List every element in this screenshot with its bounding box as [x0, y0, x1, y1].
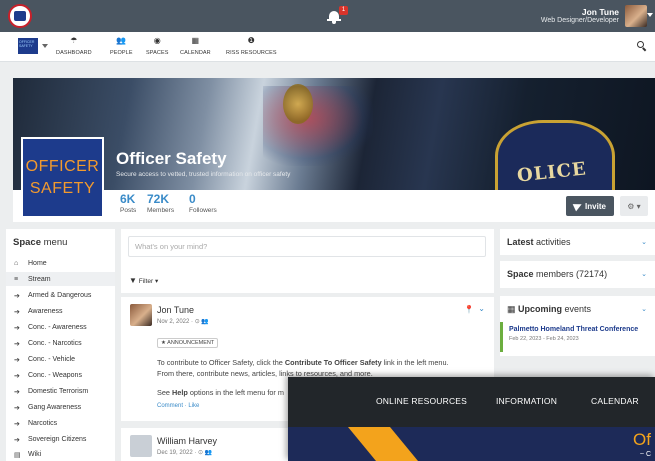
post-actions[interactable]: Comment · Like [157, 403, 199, 409]
space-members-panel[interactable]: Space members (72174) ⌄ [500, 261, 655, 288]
stream-icon: ≡ [14, 276, 19, 283]
event-dates: Feb 22, 2023 - Feb 24, 2023 [509, 336, 579, 342]
latest-activities-panel[interactable]: Latest activities ⌄ [500, 229, 655, 255]
riss-logo[interactable] [8, 4, 32, 28]
space-logo: OFFICER SAFETY [21, 137, 104, 218]
circle-arrow-icon: ➔ [14, 388, 20, 396]
avatar[interactable] [130, 435, 152, 457]
sidebar-item-sovereign-citizens[interactable]: ➔ Sovereign Citizens [14, 433, 114, 446]
space-menu-title: Space menu [13, 237, 68, 248]
spaces-icon: ◉ [153, 36, 161, 45]
post-meta: Nov 2, 2022 · ⊙ 👥 [157, 319, 209, 325]
circle-arrow-icon: ➔ [14, 356, 20, 364]
circle-arrow-icon: ➔ [14, 308, 20, 316]
calendar-icon: ▦ [507, 304, 519, 314]
post-body: To contribute to Officer Safety, click t… [157, 358, 449, 378]
upcoming-events-title: ▦ Upcoming events [507, 304, 592, 314]
overlay-nav-bar: ONLINE RESOURCES INFORMATION CALENDAR [288, 377, 655, 427]
post-meta: Dec 19, 2022 · ⊙ 👥 [157, 450, 213, 456]
overlay-nav-information[interactable]: INFORMATION [496, 396, 557, 406]
circle-arrow-icon: ➔ [14, 372, 20, 380]
sidebar-item-wiki[interactable]: ▤ Wiki [14, 448, 114, 461]
info-icon: ❶ [247, 36, 255, 45]
stat-posts[interactable]: 6K Posts [120, 192, 136, 215]
space-members-title: Space members (72174) [507, 269, 608, 279]
space-banner: OLICE [13, 78, 655, 190]
pin-icon[interactable]: 📍 [464, 305, 474, 314]
nav-calendar[interactable]: ▦ CALENDAR [180, 36, 211, 56]
overlay-banner [288, 427, 655, 461]
sidebar-item-conc-weapons[interactable]: ➔ Conc. - Weapons [14, 369, 114, 382]
space-subtitle: Secure access to vetted, trusted informa… [116, 171, 291, 178]
search-icon[interactable] [637, 41, 647, 52]
stat-members[interactable]: 72K Members [147, 192, 174, 215]
post-author[interactable]: Jon Tune [157, 305, 194, 315]
circle-arrow-icon: ➔ [14, 340, 20, 348]
chevron-down-icon[interactable]: ⌄ [478, 304, 485, 313]
upcoming-events-panel: ▦ Upcoming events ⌄ Palmetto Homeland Th… [500, 296, 655, 356]
user-avatar[interactable] [625, 5, 647, 27]
sidebar-item-domestic-terrorism[interactable]: ➔ Domestic Terrorism [14, 385, 114, 398]
overlay-nav-calendar[interactable]: CALENDAR [591, 396, 639, 406]
main-nav: OFFICER SAFETY ☂ DASHBOARD 👥 PEOPLE ◉ SP… [0, 32, 655, 62]
sidebar-item-conc-narcotics[interactable]: ➔ Conc. - Narcotics [14, 337, 114, 350]
circle-arrow-icon: ➔ [14, 420, 20, 428]
overlay-nav-online-resources[interactable]: ONLINE RESOURCES [376, 396, 467, 406]
home-icon: ⌂ [14, 260, 19, 267]
dashboard-icon: ☂ [70, 36, 78, 45]
user-name[interactable]: Jon Tune [582, 7, 619, 17]
sidebar-item-narcotics[interactable]: ➔ Narcotics [14, 417, 114, 430]
circle-arrow-icon: ➔ [14, 404, 20, 412]
invite-button[interactable]: Invite [566, 196, 614, 216]
overlay-banner-text: Of [633, 430, 651, 449]
post-author[interactable]: William Harvey [157, 436, 217, 446]
notification-badge: 1 [339, 6, 348, 15]
sidebar-item-stream[interactable]: ≡ Stream [14, 273, 114, 286]
space-switcher-logo[interactable]: OFFICER SAFETY [18, 38, 38, 54]
sidebar-item-armed-dangerous[interactable]: ➔ Armed & Dangerous [14, 289, 114, 302]
overlapping-window[interactable]: ONLINE RESOURCES INFORMATION CALENDAR Of… [288, 377, 655, 461]
sidebar-item-awareness[interactable]: ➔ Awareness [14, 305, 114, 318]
space-settings-button[interactable]: ⚙ ▾ [620, 196, 648, 216]
stat-followers[interactable]: 0 Followers [189, 192, 217, 215]
overlay-banner-subtext: ~ C [639, 451, 651, 458]
circle-arrow-icon: ➔ [14, 292, 20, 300]
event-item[interactable]: Palmetto Homeland Threat Conference Feb … [500, 322, 655, 352]
calendar-icon: ▦ [191, 36, 200, 45]
filter-icon: ▼ [129, 276, 137, 285]
avatar[interactable] [130, 304, 152, 326]
paper-plane-icon [572, 200, 584, 212]
filter-dropdown[interactable]: ▼ Filter ▾ [129, 276, 158, 285]
nav-riss-resources[interactable]: ❶ RISS RESOURCES [226, 36, 277, 56]
nav-spaces[interactable]: ◉ SPACES [146, 36, 169, 56]
chevron-down-icon[interactable]: ⌄ [641, 238, 647, 246]
post-composer-input[interactable]: What's on your mind? [128, 236, 486, 257]
nav-dashboard[interactable]: ☂ DASHBOARD [56, 36, 92, 56]
wiki-icon: ▤ [14, 451, 21, 459]
sidebar-item-conc-vehicle[interactable]: ➔ Conc. - Vehicle [14, 353, 114, 366]
space-title: Officer Safety [116, 149, 227, 168]
user-role: Web Designer/Developer [540, 17, 619, 24]
chevron-down-icon[interactable] [647, 13, 653, 17]
chevron-down-icon[interactable] [42, 44, 48, 48]
latest-activities-title: Latest activities [507, 237, 571, 247]
announcement-badge: ★ ANNOUNCEMENT [157, 338, 219, 348]
circle-arrow-icon: ➔ [14, 324, 20, 332]
circle-arrow-icon: ➔ [14, 436, 20, 444]
event-title: Palmetto Homeland Threat Conference [509, 326, 639, 333]
sidebar-item-gang-awareness[interactable]: ➔ Gang Awareness [14, 401, 114, 414]
chevron-down-icon[interactable]: ⌄ [641, 270, 647, 278]
people-icon: 👥 [116, 36, 127, 45]
top-bar: 1 Jon Tune Web Designer/Developer [0, 0, 655, 32]
sidebar-item-home[interactable]: ⌂ Home [14, 257, 114, 270]
space-stats-bar: 6K Posts 72K Members 0 Followers [13, 190, 655, 222]
nav-people[interactable]: 👥 PEOPLE [110, 36, 133, 56]
chevron-down-icon[interactable]: ⌄ [641, 305, 647, 313]
sidebar-item-conc-awareness[interactable]: ➔ Conc. - Awareness [14, 321, 114, 334]
space-menu: Space menu ⌂ Home ≡ Stream ➔ Armed & Danger… [6, 229, 115, 461]
